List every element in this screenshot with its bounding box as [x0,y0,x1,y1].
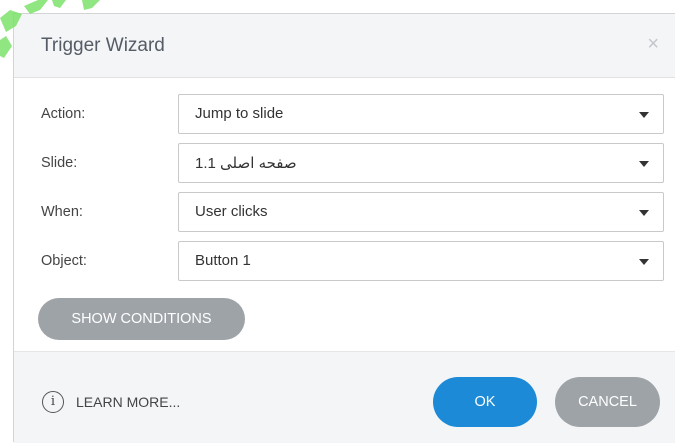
slide-row: Slide: 1.1 صفحه اصلی [14,143,675,185]
cancel-button[interactable]: CANCEL [555,377,660,427]
slide-select[interactable]: 1.1 صفحه اصلی [178,143,664,183]
close-icon[interactable]: × [647,34,659,54]
info-icon: i [42,391,64,413]
when-select[interactable]: User clicks [178,192,664,232]
dropdown-caret-icon [639,161,649,167]
action-row: Action: Jump to slide [14,94,675,136]
dropdown-caret-icon [639,210,649,216]
dialog-title: Trigger Wizard [41,35,165,56]
object-select[interactable]: Button 1 [178,241,664,281]
dropdown-caret-icon [639,259,649,265]
trigger-wizard-dialog: Trigger Wizard × Action: Jump to slide S… [13,13,675,443]
object-row: Object: Button 1 [14,241,675,283]
dialog-header: Trigger Wizard × [14,14,675,78]
learn-more-label: LEARN MORE... [76,394,181,410]
when-row: When: User clicks [14,192,675,234]
ok-button[interactable]: OK [433,377,537,427]
object-value: Button 1 [195,252,251,269]
action-select[interactable]: Jump to slide [178,94,664,134]
show-conditions-button[interactable]: SHOW CONDITIONS [38,298,245,340]
slide-value: 1.1 صفحه اصلی [195,155,297,172]
dialog-footer: i LEARN MORE... OK CANCEL [14,351,675,443]
dropdown-caret-icon [639,112,649,118]
object-label: Object: [41,253,87,269]
action-label: Action: [41,106,86,122]
when-value: User clicks [195,203,268,220]
action-value: Jump to slide [195,105,284,122]
slide-label: Slide: [41,155,78,171]
when-label: When: [41,204,83,220]
